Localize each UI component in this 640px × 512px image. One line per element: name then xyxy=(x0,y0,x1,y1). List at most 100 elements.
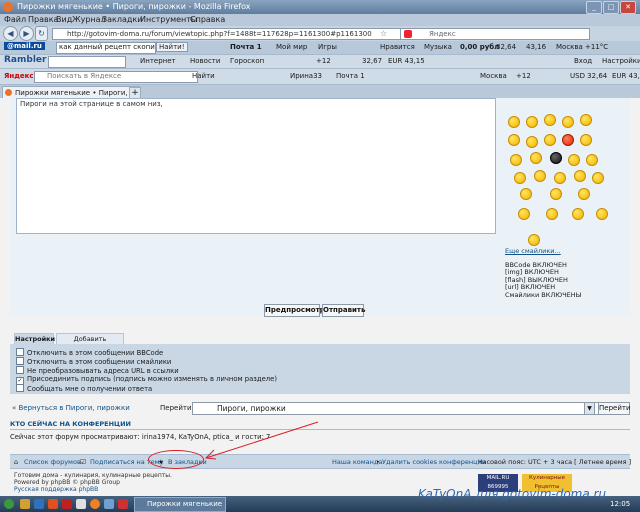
rambler-logo[interactable]: Rambler xyxy=(4,55,46,65)
smiley-icon[interactable] xyxy=(544,114,556,126)
option-disable-bbcode[interactable]: Отключить в этом сообщении BBCode xyxy=(16,348,163,357)
preview-button[interactable]: Предпросмотр xyxy=(264,304,325,317)
app-icon[interactable] xyxy=(118,499,128,509)
mailru-games-link[interactable]: Игры xyxy=(318,43,337,51)
angry-smiley-icon[interactable] xyxy=(562,134,574,146)
reload-button[interactable]: ↻ xyxy=(35,26,48,41)
message-textarea[interactable]: Пироги на этой странице в самом низ, xyxy=(16,98,496,234)
mailru-logo[interactable]: @mail.ru xyxy=(4,42,45,50)
menu-file[interactable]: Файл xyxy=(4,15,26,24)
yandex-usd: USD 32,64 xyxy=(570,72,608,80)
mailru-myworld-link[interactable]: Мой мир xyxy=(276,43,307,51)
bomb-icon[interactable] xyxy=(550,152,562,164)
smiley-icon[interactable] xyxy=(586,154,598,166)
yandex-user[interactable]: Ирина33 xyxy=(290,72,322,80)
app-icon[interactable] xyxy=(48,499,58,509)
mailru-find-button[interactable]: Найти! xyxy=(156,42,188,52)
smiley-icon[interactable] xyxy=(508,116,520,128)
smiley-icon[interactable] xyxy=(508,134,520,146)
menu-help[interactable]: Справка xyxy=(190,15,225,24)
annotation-circle xyxy=(148,450,204,469)
smiley-icon[interactable] xyxy=(510,154,522,166)
menu-bookmarks[interactable]: Закладки xyxy=(102,15,142,24)
search-bar[interactable]: Яндекс xyxy=(400,28,590,40)
taskbar-item-firefox[interactable]: Пирожки мягенькие xyxy=(134,497,226,512)
checkbox[interactable] xyxy=(16,357,24,365)
address-bar[interactable]: http://gotovim-doma.ru/forum/viewtopic.p… xyxy=(52,28,408,40)
mailru-search-input[interactable]: как данный рецепт скопи xyxy=(56,42,156,54)
smiley-icon[interactable] xyxy=(526,116,538,128)
smiley-icon[interactable] xyxy=(580,134,592,146)
mailru-mail-link[interactable]: Почта 1 xyxy=(230,43,262,51)
app-icon[interactable] xyxy=(104,499,114,509)
smiley-icon[interactable] xyxy=(554,172,566,184)
mailru-music-link[interactable]: Музыка xyxy=(424,43,452,51)
checkbox[interactable] xyxy=(16,366,24,374)
menu-view[interactable]: Вид xyxy=(56,15,72,24)
option-disable-urls[interactable]: Не преобразовывать адреса URL в ссылки xyxy=(16,366,179,375)
smiley-icon[interactable] xyxy=(534,170,546,182)
smiley-icon[interactable] xyxy=(526,136,538,148)
smiley-icon[interactable] xyxy=(578,188,590,200)
mailru-rate-eur: 43,16 xyxy=(526,43,547,51)
smiley-icon[interactable] xyxy=(544,134,556,146)
yandex-find-button[interactable]: Найти xyxy=(192,72,215,80)
smiley-icon[interactable] xyxy=(518,208,530,220)
app-icon[interactable] xyxy=(76,499,86,509)
smiley-icon[interactable] xyxy=(596,208,608,220)
jump-select[interactable]: Пироги, пирожки xyxy=(192,402,610,415)
back-to-forum-link[interactable]: « Вернуться в Пироги, пирожки xyxy=(12,404,130,412)
checkbox[interactable] xyxy=(16,384,24,392)
rambler-horoscope-link[interactable]: Гороскоп xyxy=(230,57,264,65)
back-button[interactable]: ◀ xyxy=(3,26,18,41)
smiley-icon[interactable] xyxy=(528,234,540,246)
yandex-search-input[interactable]: Поискать в Яндексе xyxy=(34,71,198,83)
smiley-icon[interactable] xyxy=(550,188,562,200)
rambler-eur: EUR 43,15 xyxy=(388,57,425,65)
delete-cookies-link[interactable]: Удалить cookies конференции xyxy=(382,458,486,466)
mailru-like-link[interactable]: Нравится xyxy=(380,43,415,51)
forum-list-link[interactable]: Список форумов xyxy=(24,458,81,466)
rambler-internet[interactable]: Интернет xyxy=(140,57,176,65)
rambler-settings-link[interactable]: Настройки xyxy=(602,57,640,65)
checkbox[interactable] xyxy=(16,348,24,356)
minimize-button[interactable]: _ xyxy=(586,1,602,14)
smiley-icon[interactable] xyxy=(580,114,592,126)
smiley-icon[interactable] xyxy=(546,208,558,220)
bookmark-star-icon[interactable]: ☆ xyxy=(380,29,387,38)
rambler-search-input[interactable] xyxy=(48,56,126,68)
footer-support[interactable]: Русская поддержка phpBB xyxy=(14,486,172,493)
smiley-icon[interactable] xyxy=(568,154,580,166)
forward-button[interactable]: ▶ xyxy=(19,26,34,41)
menu-edit[interactable]: Правка xyxy=(28,15,58,24)
explorer-icon[interactable] xyxy=(20,499,30,509)
smiley-icon[interactable] xyxy=(572,208,584,220)
start-button[interactable] xyxy=(4,499,14,509)
jump-go-button[interactable]: Перейти xyxy=(598,402,631,415)
smiley-icon[interactable] xyxy=(574,170,586,182)
footer-site[interactable]: Готовим дома - кулинария, кулинарные рец… xyxy=(14,472,172,479)
app-icon[interactable] xyxy=(62,499,72,509)
bullet-separator: • xyxy=(376,458,380,466)
firefox-icon[interactable] xyxy=(90,499,100,509)
close-button[interactable]: ✕ xyxy=(620,1,636,14)
yandex-mail-link[interactable]: Почта 1 xyxy=(336,72,365,80)
smiley-icon[interactable] xyxy=(562,116,574,128)
option-notify-reply[interactable]: Сообщать мне о получении ответа xyxy=(16,384,152,393)
more-smilies-link[interactable]: Еще смайлики... xyxy=(505,247,581,256)
maximize-button[interactable]: □ xyxy=(603,1,619,14)
team-link[interactable]: Наша команда xyxy=(332,458,382,466)
smiley-icon[interactable] xyxy=(520,188,532,200)
menu-tools[interactable]: Инструменты xyxy=(140,15,197,24)
rambler-login-link[interactable]: Вход xyxy=(574,57,592,65)
ie-icon[interactable] xyxy=(34,499,44,509)
smiley-icon[interactable] xyxy=(514,172,526,184)
submit-button[interactable]: Отправить xyxy=(322,304,365,317)
yandex-logo[interactable]: Яндекс xyxy=(4,72,34,80)
chevron-down-icon[interactable]: ▼ xyxy=(584,402,595,415)
smiley-icon[interactable] xyxy=(592,172,604,184)
smiley-icon[interactable] xyxy=(530,152,542,164)
menu-history[interactable]: Журнал xyxy=(72,15,106,24)
rambler-news-link[interactable]: Новости xyxy=(190,57,220,65)
option-disable-smilies[interactable]: Отключить в этом сообщении смайлики xyxy=(16,357,171,366)
